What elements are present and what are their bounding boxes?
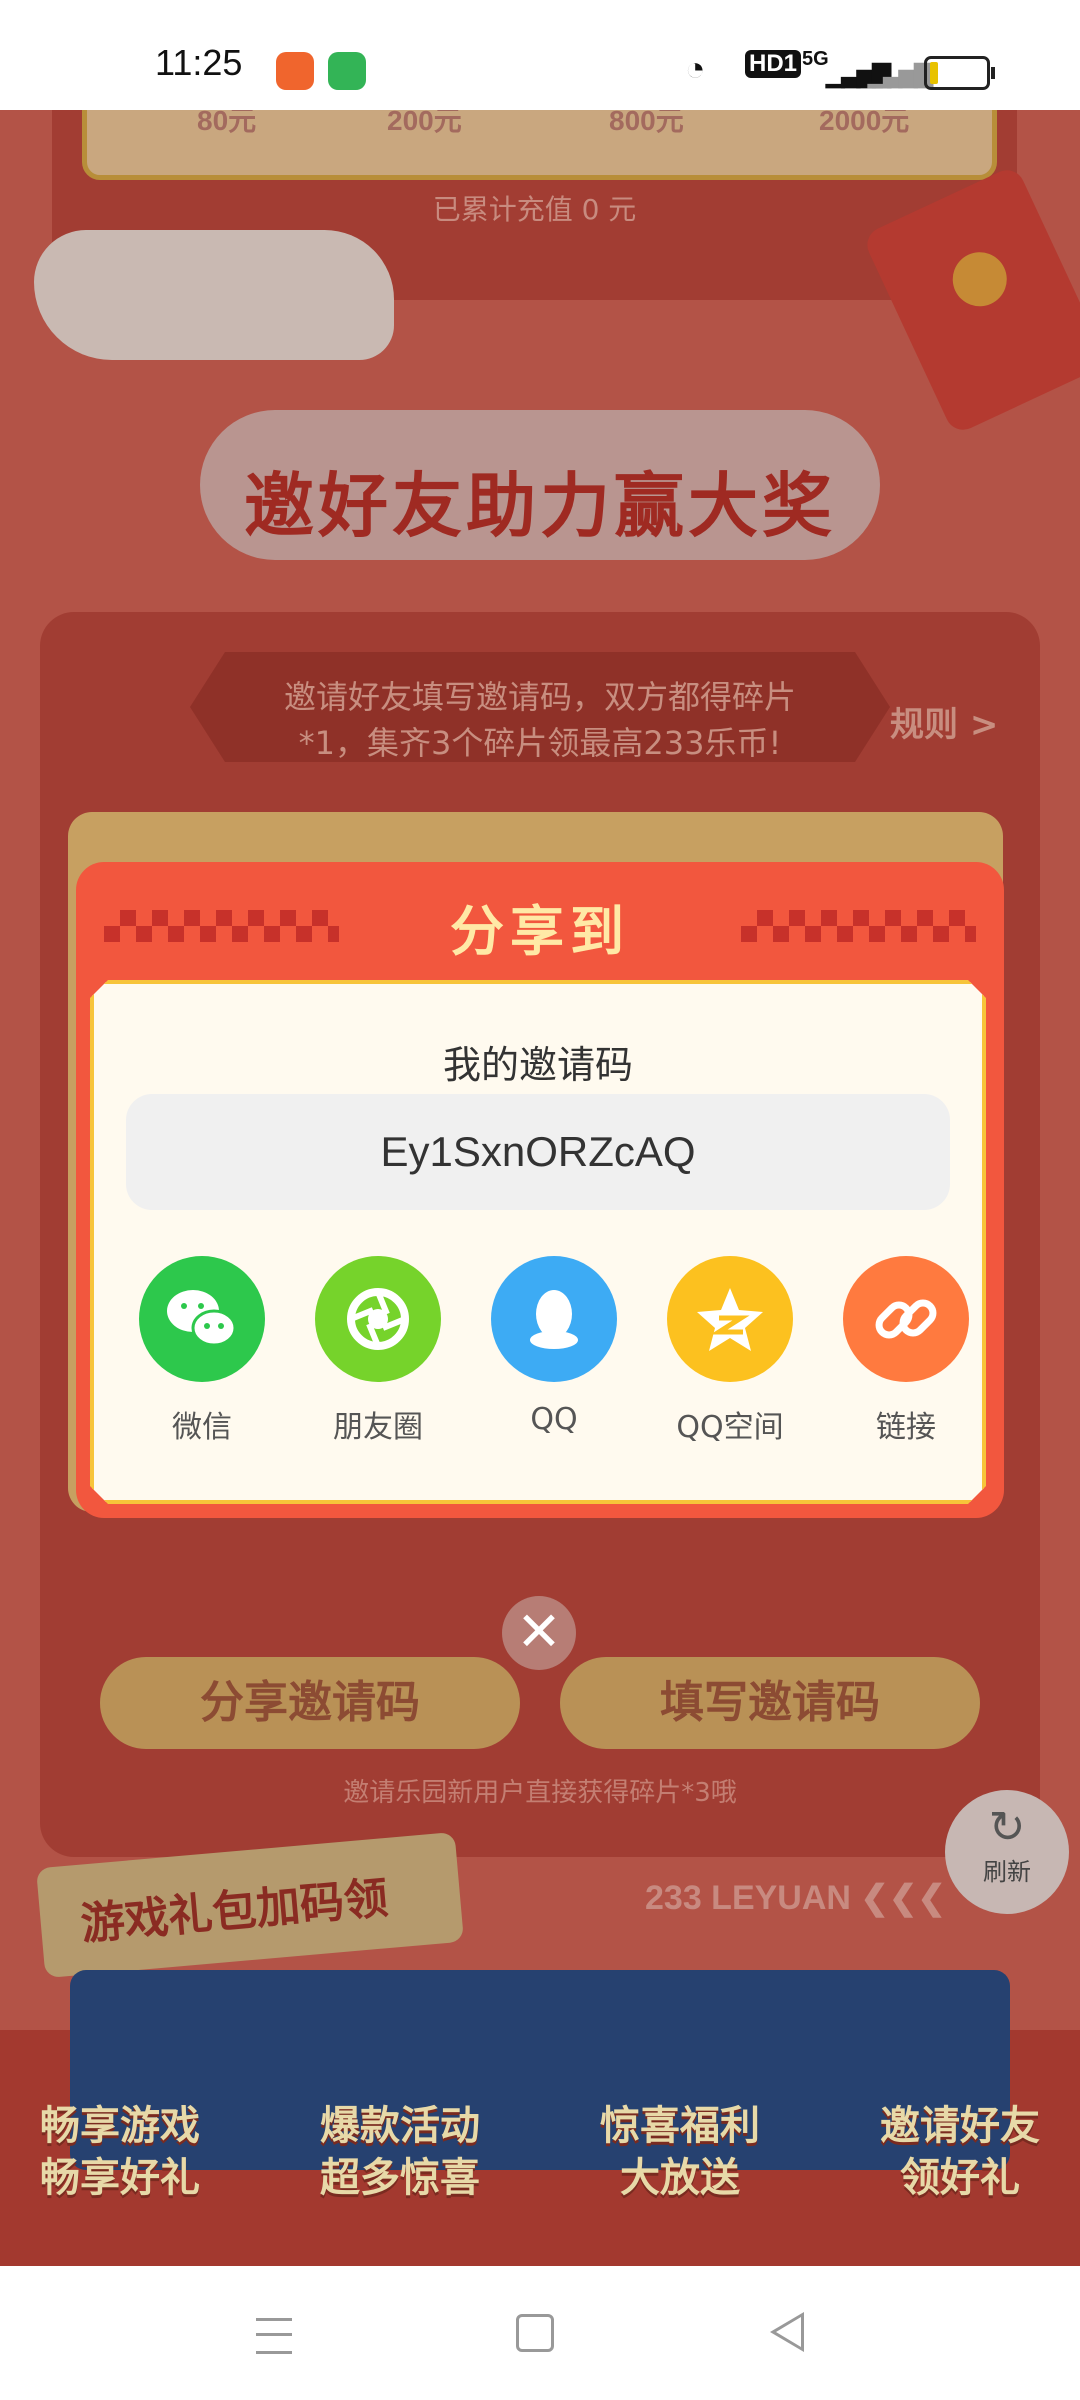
qq-icon [491,1256,617,1382]
qzone-icon [667,1256,793,1382]
share-label: 朋友圈 [333,1410,423,1445]
link-icon [843,1256,969,1382]
refresh-label: 刷新 [983,1858,1031,1886]
share-label: QQ空间 [676,1410,784,1445]
share-qzone[interactable]: QQ空间 [650,1256,810,1446]
promo-line: 畅享游戏 [40,2103,200,2149]
close-icon: ✕ [516,1600,562,1663]
status-bar: 11:25 ◔ HD1 5G ▁▃▅▇ ▁▃▅▇ [0,0,1080,110]
snow-cloud-decoration [34,230,394,360]
recharge-tier[interactable]: 200元 [387,110,462,139]
invite-code-label: 我的邀请码 [442,1043,633,1087]
signal-2-icon: ▁▃▅▇ [868,61,933,88]
brand-label: 233 LEYUAN ❮❮❮ [645,1879,946,1917]
fill-invite-code-button[interactable]: 填写邀请码 [560,1657,980,1749]
brand-text: 233 LEYUAN [645,1879,851,1917]
close-dialog-button[interactable]: ✕ [502,1596,576,1670]
share-label: 链接 [876,1410,936,1445]
share-qq[interactable]: QQ [474,1256,634,1437]
hd-badge: HD1 [745,50,802,78]
share-label: QQ [530,1402,578,1437]
rule-text-line: 邀请好友填写邀请码，双方都得碎片 [283,678,796,716]
share-link[interactable]: 链接 [826,1256,986,1446]
moments-icon [315,1256,441,1382]
dialog-title: 分享到 [450,900,630,963]
recharge-tiers: 80元 200元 800元 2000元 [82,110,997,180]
menu-icon[interactable] [256,2318,292,2354]
promo-line: 爆款活动 [320,2103,480,2149]
recharge-tier[interactable]: 80元 [197,110,256,139]
notification-app-icon [276,52,314,90]
rule-text-line: *1，集齐3个碎片领最高233乐币! [298,724,782,762]
wifi-icon: ◔ [685,50,706,88]
rule-text: 邀请好友填写邀请码，双方都得碎片 *1，集齐3个碎片领最高233乐币! [230,674,850,766]
refresh-button[interactable]: ↻ 刷新 [945,1790,1069,1914]
promo-item[interactable]: 惊喜福利 大放送 [560,2100,800,2204]
recharge-tier[interactable]: 2000元 [819,110,909,139]
rules-link[interactable]: 规则 > [890,697,998,746]
promo-item[interactable]: 爆款活动 超多惊喜 [280,2100,520,2204]
invite-code-field[interactable]: Ey1SxnORZcAQ [126,1094,950,1210]
promo-item[interactable]: 邀请好友 领好礼 [840,2100,1080,2204]
invite-section-title: 邀好友助力赢大奖 [244,465,836,547]
cellular-label: 5G [802,48,829,70]
promo-line: 大放送 [620,2155,740,2201]
promo-line: 超多惊喜 [320,2155,480,2201]
home-icon[interactable] [516,2314,554,2352]
promo-line: 邀请好友 [880,2103,1040,2149]
back-icon[interactable] [770,2312,804,2352]
share-moments[interactable]: 朋友圈 [298,1256,458,1446]
dialog-body: 我的邀请码 Ey1SxnORZcAQ 微信 朋友圈 QQ QQ空间 链接 [90,980,986,1504]
wechat-icon [139,1256,265,1382]
refresh-icon: ↻ [988,1802,1026,1853]
share-invite-code-button[interactable]: 分享邀请码 [100,1657,520,1749]
promo-line: 畅享好礼 [40,2155,200,2201]
recharge-tier[interactable]: 800元 [609,110,684,139]
promo-line: 领好礼 [900,2155,1020,2201]
battery-icon [924,56,995,90]
promo-item[interactable]: 畅享游戏 畅享好礼 [0,2100,240,2204]
accumulated-recharge: 已累计充值 0 元 [432,193,637,226]
share-dialog: 分享到 我的邀请码 Ey1SxnORZcAQ 微信 朋友圈 QQ QQ空间 链接 [76,862,1004,1518]
share-label: 微信 [172,1410,232,1445]
invite-hint: 邀请乐园新用户直接获得碎片*3哦 [343,1778,737,1808]
message-app-icon [328,52,366,90]
share-wechat[interactable]: 微信 [122,1256,282,1446]
status-time: 11:25 [155,42,243,83]
promo-line: 惊喜福利 [600,2103,760,2149]
